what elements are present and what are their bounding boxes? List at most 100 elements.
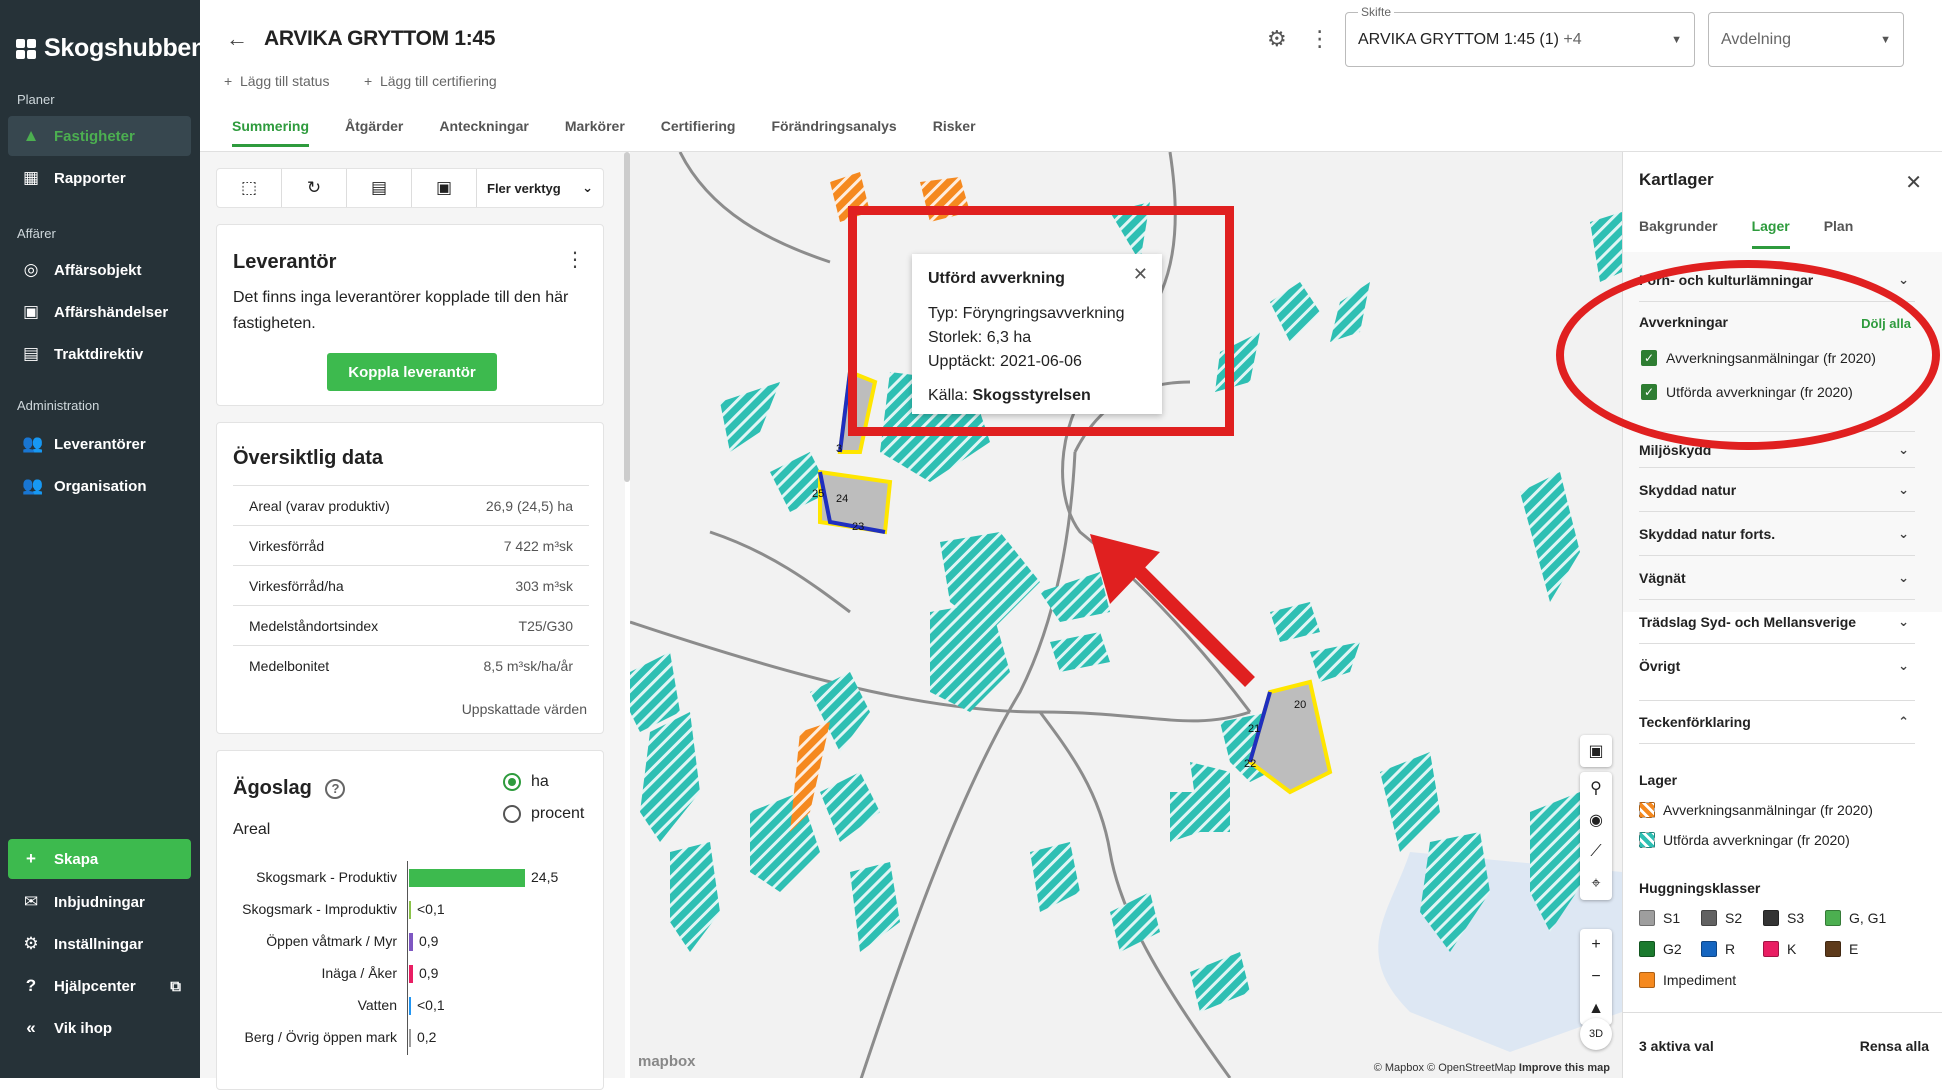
bar-row: Vatten <0,1 (227, 989, 597, 1023)
page-title: ARVIKA GRYTTOM 1:45 (264, 27, 496, 50)
color-swatch (1763, 910, 1779, 926)
document-icon[interactable]: ▤ (347, 169, 412, 207)
bar-value: <0,1 (417, 997, 445, 1013)
improve-map-link[interactable]: Improve this map (1519, 1062, 1610, 1074)
data-row: Medelbonitet 8,5 m³sk/ha/år (233, 645, 589, 685)
bar-label: Berg / Övrig öppen mark (244, 1029, 397, 1045)
connect-supplier-button[interactable]: Koppla leverantör (327, 353, 497, 391)
tab-markorer[interactable]: Markörer (565, 118, 625, 147)
tab-bakgrunder[interactable]: Bakgrunder (1639, 218, 1718, 249)
3d-icon[interactable]: 3D (1580, 1018, 1612, 1050)
chevron-down-icon: ⌄ (1898, 525, 1909, 541)
header-actions: ⚙ ⋮ (1267, 26, 1331, 52)
tab-plan[interactable]: Plan (1824, 218, 1854, 249)
section-label-administration: Administration (17, 398, 100, 413)
layer-group-skyddad-natur[interactable]: Skyddad natur ⌄ (1639, 468, 1915, 512)
avdelning-select[interactable]: Avdelning ▼ (1708, 12, 1904, 67)
sidebar-item-installningar[interactable]: ⚙ Inställningar (8, 924, 191, 964)
create-button[interactable]: + Skapa (8, 839, 191, 879)
highlight-box (848, 206, 1234, 436)
tab-forandringsanalys[interactable]: Förändringsanalys (771, 118, 896, 147)
app-logo[interactable]: Skogshubben (16, 34, 206, 63)
tab-anteckningar[interactable]: Anteckningar (439, 118, 528, 147)
contact-card-icon[interactable]: ▣ (412, 169, 477, 207)
sidebar-item-fastigheter[interactable]: ▲ Fastigheter (8, 116, 191, 156)
locate-icon[interactable]: ⌖ (1580, 868, 1612, 900)
sidebar: Skogshubben Planer ▲ Fastigheter ▦ Rapport… (0, 0, 206, 1078)
unit-procent-radio[interactable]: procent (503, 805, 584, 823)
tab-summering[interactable]: Summering (232, 118, 310, 147)
sidebar-item-rapporter[interactable]: ▦ Rapporter (8, 158, 191, 198)
bar (409, 997, 411, 1015)
color-swatch (1639, 910, 1655, 926)
legend-item: S1 (1639, 910, 1680, 926)
add-certification-link[interactable]: + Lägg till certifiering (364, 73, 497, 89)
help-icon[interactable]: ? (325, 778, 346, 799)
sidebar-item-affarsobjekt[interactable]: ◎ Affärsobjekt (8, 250, 191, 290)
tab-certifiering[interactable]: Certifiering (661, 118, 736, 147)
more-tools-button[interactable]: Fler verktyg ⌄ (477, 169, 603, 207)
settings-icon[interactable]: ⚙ (1267, 26, 1287, 52)
bar (409, 869, 525, 887)
sidebar-item-organisation[interactable]: 👥 Organisation (8, 466, 191, 506)
sidebar-item-hjalpcenter[interactable]: ? Hjälpcenter ⧉ (8, 966, 191, 1006)
zoom-in-icon[interactable]: + (1580, 929, 1612, 961)
unit-ha-radio[interactable]: ha (503, 773, 549, 791)
leverantor-card: Leverantör ⋮ Det finns inga leverantörer… (216, 224, 604, 406)
sidebar-item-traktdirektiv[interactable]: ▤ Traktdirektiv (8, 334, 191, 374)
mapbox-logo[interactable]: mapbox (638, 1053, 696, 1070)
collapse-icon: « (26, 1018, 36, 1037)
leverantor-description: Det finns inga leverantörer kopplade til… (233, 289, 569, 332)
tab-atgarder[interactable]: Åtgärder (345, 118, 403, 147)
chevron-down-icon: ⌄ (1898, 569, 1909, 585)
satellite-icon[interactable]: ⚲ (1580, 772, 1612, 804)
section-label-planer: Planer (17, 92, 55, 107)
areal-label: Areal (233, 821, 271, 838)
layer-group-ovrigt[interactable]: Övrigt ⌄ (1639, 644, 1915, 688)
close-icon[interactable]: ✕ (1905, 170, 1922, 195)
polygon-tool-icon[interactable]: ⬚ (217, 169, 282, 207)
sidebar-item-affarshandelser[interactable]: ▣ Affärshändelser (8, 292, 191, 332)
legend-item: S3 (1763, 910, 1804, 926)
legend-item: G2 (1639, 941, 1682, 957)
layer-group-vagnat[interactable]: Vägnät ⌄ (1639, 556, 1915, 600)
contact-card-icon[interactable]: ▣ (1580, 735, 1612, 767)
tree-icon: ▲ (22, 126, 40, 145)
data-row: Areal (varav produktiv) 26,9 (24,5) ha (233, 485, 589, 525)
people-icon: 👥 (22, 476, 44, 495)
bar-value: 0,9 (419, 933, 439, 949)
camera-icon[interactable]: ◉ (1580, 804, 1612, 836)
tab-risker[interactable]: Risker (933, 118, 976, 147)
more-vert-icon[interactable]: ⋮ (1309, 26, 1331, 52)
skifte-select[interactable]: Skifte ARVIKA GRYTTOM 1:45 (1) +4 ▼ (1345, 5, 1695, 67)
back-arrow-icon[interactable]: ← (226, 26, 248, 52)
document-icon: ▤ (22, 344, 40, 363)
add-status-link[interactable]: + Lägg till status (224, 73, 329, 89)
tab-lager[interactable]: Lager (1751, 218, 1790, 249)
bar-label: Vatten (357, 997, 397, 1013)
ruler-icon[interactable]: ⟋ (1580, 836, 1612, 868)
sidebar-item-inbjudningar[interactable]: ✉ Inbjudningar (8, 882, 191, 922)
map-label: 23 (852, 521, 864, 533)
layer-group-tradslag[interactable]: Trädslag Syd- och Mellansverige ⌄ (1639, 600, 1915, 644)
map-view[interactable]: 2 3 25 24 23 19 18 17 21 20 22 Utförd av… (630, 152, 1622, 1078)
sidebar-item-leverantorer[interactable]: 👥 Leverantörer (8, 424, 191, 464)
bar (409, 965, 413, 983)
legend-item: Impediment (1639, 972, 1736, 988)
chevron-down-icon: ⌄ (1898, 441, 1909, 457)
chevron-down-icon: ⌄ (1898, 658, 1909, 673)
legend-header[interactable]: Teckenförklaring ⌃ (1639, 700, 1915, 744)
clear-all-button[interactable]: Rensa alla (1860, 1038, 1929, 1054)
layer-group-skyddad-natur-forts[interactable]: Skyddad natur forts. ⌄ (1639, 512, 1915, 556)
legend-lager-title: Lager (1639, 772, 1678, 788)
bar-value: 0,9 (419, 965, 439, 981)
collapse-sidebar-button[interactable]: «Vik ihop (8, 1008, 191, 1048)
color-swatch (1825, 941, 1841, 957)
summary-panel: ⬚ ↻ ▤ ▣ Fler verktyg ⌄ Leverantör ⋮ Det f… (200, 152, 625, 1090)
zoom-controls: + − ▲ (1580, 929, 1612, 1025)
refresh-icon[interactable]: ↻ (282, 169, 347, 207)
data-row: Medelståndortsindex T25/G30 (233, 605, 589, 645)
more-vert-icon[interactable]: ⋮ (565, 247, 585, 272)
zoom-out-icon[interactable]: − (1580, 961, 1612, 993)
3d-toggle: 3D (1580, 1018, 1612, 1050)
